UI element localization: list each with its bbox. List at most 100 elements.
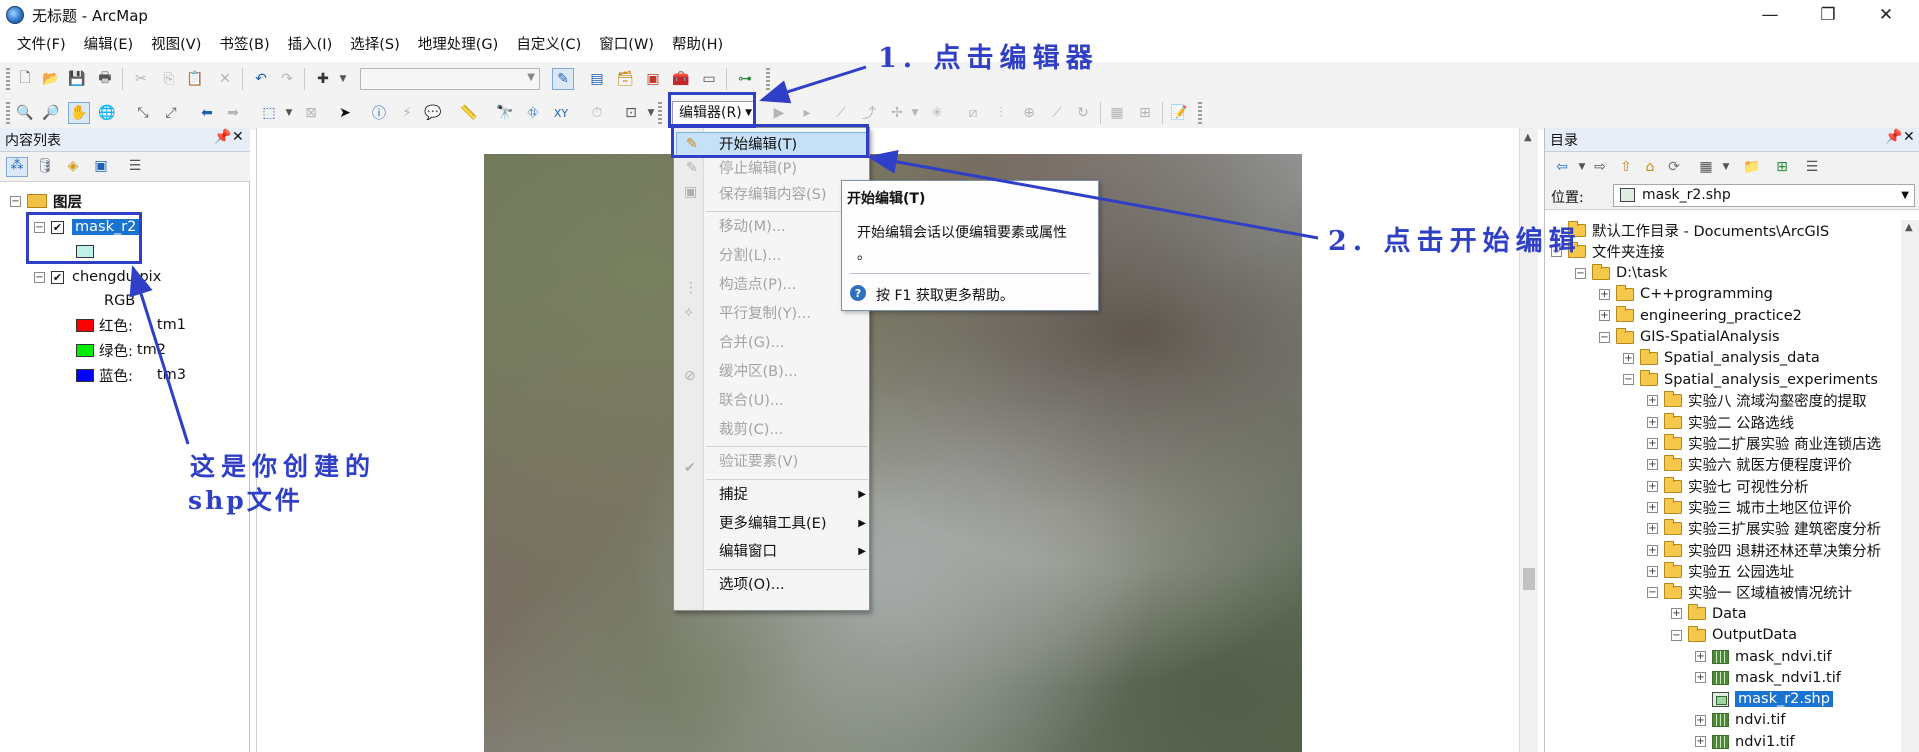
- expand-icon[interactable]: +: [1599, 310, 1610, 322]
- expand-icon[interactable]: +: [1695, 736, 1706, 748]
- up-one-level-icon[interactable]: ⇧: [1615, 156, 1637, 178]
- endpoint-arc-icon[interactable]: ⤴: [858, 102, 880, 124]
- catalog-tree-item[interactable]: + C++programming: [1599, 284, 1773, 305]
- straight-segment-icon[interactable]: ⟋: [830, 102, 852, 124]
- catalog-tree-item[interactable]: − OutputData: [1671, 625, 1797, 646]
- catalog-tree-item[interactable]: + mask_ndvi1.tif: [1695, 667, 1841, 688]
- collapse-icon[interactable]: −: [1623, 374, 1634, 386]
- menu-item-stop-editing[interactable]: 停止编辑(P): [719, 158, 797, 180]
- fixed-zoom-in-icon[interactable]: ⤡: [132, 102, 154, 124]
- layers-root[interactable]: − 图层: [10, 190, 82, 212]
- clear-selection-icon[interactable]: ⊠: [300, 102, 322, 124]
- minimize-button[interactable]: —: [1741, 0, 1799, 30]
- chevron-up-icon[interactable]: ▲: [1524, 132, 1532, 143]
- search-window-icon[interactable]: ▣: [642, 68, 664, 90]
- select-features-icon[interactable]: ⬚: [258, 102, 280, 124]
- redo-icon[interactable]: ↷: [276, 68, 298, 90]
- expand-icon[interactable]: +: [1599, 288, 1610, 300]
- collapse-icon[interactable]: −: [10, 195, 21, 207]
- catalog-tree-item[interactable]: − 实验一 区域植被情况统计: [1647, 582, 1852, 603]
- catalog-tree-item[interactable]: + engineering_practice2: [1599, 305, 1802, 326]
- layer-name[interactable]: chengdu.pix: [72, 269, 161, 285]
- menu-item-move[interactable]: 移动(M)...: [719, 216, 786, 238]
- expand-icon[interactable]: +: [1695, 672, 1706, 684]
- add-data-dropdown-icon[interactable]: ▼: [332, 68, 354, 90]
- layer-visibility-checkbox[interactable]: ✔: [51, 270, 64, 284]
- forward-arrow-icon[interactable]: ⇨: [1589, 156, 1611, 178]
- cut-polygons-icon[interactable]: ⊕: [1018, 102, 1040, 124]
- trace-tool-icon[interactable]: ✳: [926, 102, 948, 124]
- red-band-swatch[interactable]: [76, 318, 94, 332]
- identify-icon[interactable]: ⓘ: [368, 102, 390, 124]
- menu-item-merge[interactable]: 合并(G)...: [719, 332, 784, 354]
- reshape-feature-icon[interactable]: ⫶: [990, 102, 1012, 124]
- full-extent-globe-icon[interactable]: 🌐: [96, 102, 118, 124]
- toolbar-grip[interactable]: [6, 68, 10, 90]
- menu-geoprocessing[interactable]: 地理处理(G): [409, 32, 508, 58]
- menu-edit[interactable]: 编辑(E): [75, 32, 142, 58]
- delete-icon[interactable]: ✕: [214, 68, 236, 90]
- toolbar-grip[interactable]: [1198, 102, 1202, 124]
- toolbar-grip[interactable]: [658, 102, 662, 124]
- catalog-tree-item[interactable]: mask_r2.shp: [1695, 689, 1833, 710]
- catalog-tree-item[interactable]: + ndvi.tif: [1695, 710, 1785, 731]
- menu-item-union[interactable]: 联合(U)...: [719, 390, 784, 412]
- menu-item-copy-parallel[interactable]: 平行复制(Y)...: [719, 303, 811, 325]
- select-elements-arrow-icon[interactable]: ➤: [334, 102, 356, 124]
- catalog-tree-item[interactable]: + 实验二 公路选线: [1647, 412, 1794, 433]
- menu-item-save-edits[interactable]: 保存编辑内容(S): [719, 184, 827, 206]
- menu-item-construct-points[interactable]: 构造点(P)...: [719, 274, 796, 296]
- list-by-source-icon[interactable]: 🛢: [34, 157, 56, 177]
- catalog-tree-item[interactable]: + 实验八 流域沟壑密度的提取: [1647, 390, 1867, 411]
- menu-item-clip[interactable]: 裁剪(C)...: [719, 419, 783, 441]
- menu-item-editing-windows[interactable]: 编辑窗口 ▶: [719, 541, 866, 563]
- attributes-icon[interactable]: ▦: [1106, 102, 1128, 124]
- catalog-tree-item[interactable]: + 实验四 退耕还林还草决策分析: [1647, 540, 1881, 561]
- catalog-tree-item[interactable]: 默认工作目录 - Documents\ArcGIS: [1551, 220, 1829, 241]
- expand-icon[interactable]: +: [1647, 459, 1658, 471]
- options-icon[interactable]: ☰: [124, 157, 146, 177]
- expand-icon[interactable]: +: [1647, 416, 1658, 428]
- close-icon[interactable]: ✕: [1903, 129, 1915, 145]
- menu-item-options[interactable]: 选项(O)...: [719, 574, 785, 596]
- hyperlink-icon[interactable]: ⚡: [396, 102, 418, 124]
- catalog-tree-item[interactable]: + Data: [1671, 603, 1747, 624]
- chevron-up-icon[interactable]: ▲: [1905, 222, 1913, 233]
- map-scale-combobox[interactable]: ▼: [360, 68, 540, 90]
- table-of-contents-icon[interactable]: ▤: [586, 68, 608, 90]
- layer-row-chengdu[interactable]: − ✔ chengdu.pix: [34, 266, 161, 288]
- catalog-tree-item[interactable]: + 实验五 公园选址: [1647, 561, 1794, 582]
- catalog-scrollbar[interactable]: ▲: [1901, 220, 1919, 752]
- create-features-icon[interactable]: 📝: [1168, 102, 1190, 124]
- expand-icon[interactable]: +: [1671, 608, 1682, 620]
- expand-icon[interactable]: +: [1695, 651, 1706, 662]
- menu-help[interactable]: 帮助(H): [663, 32, 732, 58]
- cut-icon[interactable]: ✂: [130, 68, 152, 90]
- pin-icon[interactable]: 📌: [1885, 129, 1902, 145]
- collapse-icon[interactable]: −: [34, 271, 45, 283]
- rotate-tool-icon[interactable]: ↻: [1072, 102, 1094, 124]
- collapse-icon[interactable]: −: [1647, 587, 1658, 599]
- expand-icon[interactable]: +: [1647, 565, 1658, 577]
- menu-insert[interactable]: 插入(I): [279, 32, 342, 58]
- menu-view[interactable]: 视图(V): [142, 32, 210, 58]
- catalog-tree-item[interactable]: + Spatial_analysis_data: [1623, 348, 1820, 369]
- find-binoculars-icon[interactable]: 🔭: [494, 102, 516, 124]
- catalog-tree-item[interactable]: + 实验二扩展实验 商业连锁店选: [1647, 433, 1881, 454]
- find-route-icon[interactable]: ⛗: [522, 102, 544, 124]
- pin-icon[interactable]: 📌: [214, 129, 231, 145]
- arctoolbox-icon[interactable]: 🧰: [670, 68, 692, 90]
- catalog-tree-item[interactable]: + mask_ndvi.tif: [1695, 646, 1832, 667]
- modelbuilder-icon[interactable]: ⊶: [734, 68, 756, 90]
- menu-item-more-editing-tools[interactable]: 更多编辑工具(E) ▶: [719, 513, 866, 535]
- list-by-visibility-icon[interactable]: ◈: [62, 157, 84, 177]
- collapse-icon[interactable]: −: [1575, 267, 1586, 279]
- collapse-icon[interactable]: −: [1671, 629, 1682, 641]
- menu-selection[interactable]: 选择(S): [341, 32, 409, 58]
- copy-icon[interactable]: ⎘: [158, 68, 180, 90]
- select-dropdown-icon[interactable]: ▼: [278, 102, 300, 124]
- expand-icon[interactable]: +: [1647, 438, 1658, 449]
- python-window-icon[interactable]: ▭: [698, 68, 720, 90]
- list-by-selection-icon[interactable]: ▣: [90, 157, 112, 177]
- view-dropdown-icon[interactable]: ▼: [1715, 156, 1737, 178]
